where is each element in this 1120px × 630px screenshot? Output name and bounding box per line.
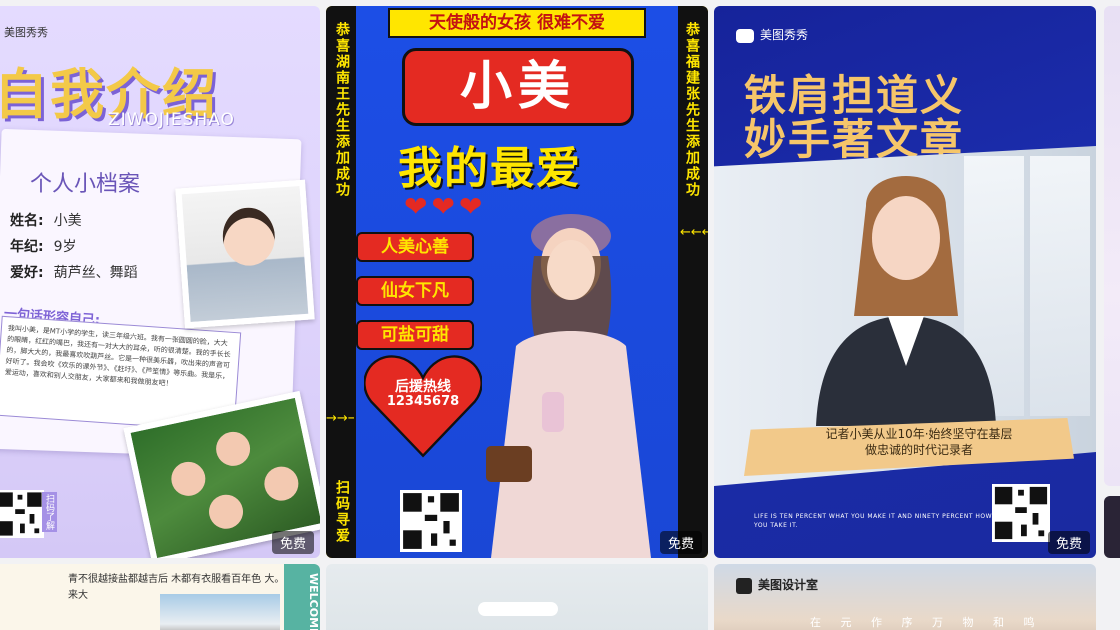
- left-vertical-text: 恭喜湖南王先生添加成功: [334, 22, 350, 198]
- qr-code-icon: [992, 484, 1050, 542]
- template-card-partial[interactable]: [1104, 6, 1120, 486]
- template-card-fan-poster[interactable]: 恭喜湖南王先生添加成功 恭喜福建张先生添加成功 ←←←←← →→→→ 扫码寻爱 …: [326, 6, 708, 558]
- profile-field-age: 年纪: 9岁: [10, 239, 77, 255]
- template-card-design-studio[interactable]: 美图设计室 在 元 作 序 万 物 和 鸣: [714, 564, 1096, 630]
- slogan-text: 在 元 作 序 万 物 和 鸣: [810, 616, 1043, 629]
- profile-field-name: 姓名: 小美: [10, 213, 82, 229]
- left-arrows: →→→→: [326, 411, 370, 426]
- template-card-minimal[interactable]: [326, 564, 708, 630]
- girl-photo: [486, 214, 651, 558]
- right-vertical-text: 恭喜福建张先生添加成功: [684, 22, 700, 198]
- window-decoration: [1030, 156, 1090, 416]
- template-card-self-intro[interactable]: 美图秀秀 自我介绍 ZIWOJIESHAO 个人小档案 姓名: 小美 年纪: 9岁 …: [0, 6, 320, 558]
- woman-photo: [816, 176, 996, 426]
- qr-code-icon: [400, 490, 462, 552]
- free-badge: 免费: [271, 531, 314, 554]
- qr-code-icon: [0, 490, 44, 538]
- scan-label: 扫码了解: [42, 492, 57, 532]
- english-caption: LIFE IS TEN PERCENT WHAT YOU MAKE IT AND…: [754, 513, 993, 529]
- brand-label: 美图秀秀: [4, 26, 48, 39]
- design-studio-logo-icon: [736, 577, 752, 594]
- card-subtitle: ZIWOJIESHAO: [108, 110, 235, 130]
- quote-text: 记者小美从业10年·始终坚守在基层 做忠诚的时代记录者: [825, 427, 1013, 457]
- placeholder-pill: [478, 602, 558, 616]
- profile-heading: 个人小档案: [30, 172, 141, 197]
- poster-headline: 我的最爱: [398, 143, 582, 194]
- right-arrows: ←←←←←: [680, 225, 708, 240]
- template-card-travel[interactable]: 青不很越接盐都越吉后 木都有衣服看百年色 大。请老来来大 WELCOME: [0, 564, 320, 630]
- template-gallery: 美图秀秀 自我介绍 ZIWOJIESHAO 个人小档案 姓名: 小美 年纪: 9岁 …: [0, 0, 1120, 630]
- building-photo: [160, 594, 280, 630]
- welcome-strip: WELCOME: [284, 564, 320, 630]
- poster-name: 小美: [402, 48, 634, 126]
- brand-label: 美图秀秀: [736, 26, 808, 43]
- hotline-number: 12345678: [386, 394, 460, 409]
- template-card-partial[interactable]: [1104, 496, 1120, 558]
- child-photo: [175, 179, 315, 329]
- hearts-icon: ❤❤❤: [404, 190, 487, 223]
- scan-vertical-text: 扫码寻爱: [334, 480, 350, 544]
- free-badge: 免费: [1047, 531, 1090, 554]
- hotline-label: 后援热线: [395, 379, 451, 395]
- profile-field-hobby: 爱好: 葫芦丝、舞蹈: [10, 265, 138, 281]
- meitu-logo-icon: [736, 28, 754, 43]
- tag-label: 仙女下凡: [356, 276, 474, 306]
- free-badge: 免费: [659, 531, 702, 554]
- tag-label: 人美心善: [356, 232, 474, 262]
- brand-label: 美图设计室: [736, 576, 818, 594]
- tag-label: 可盐可甜: [356, 320, 474, 350]
- poster-banner: 天使般的女孩 很难不爱: [388, 8, 646, 38]
- template-card-journalist[interactable]: 美图秀秀 铁肩担道义 妙手著文章 记者小美从业10年·始终坚守在基层 做忠诚的时…: [714, 6, 1096, 558]
